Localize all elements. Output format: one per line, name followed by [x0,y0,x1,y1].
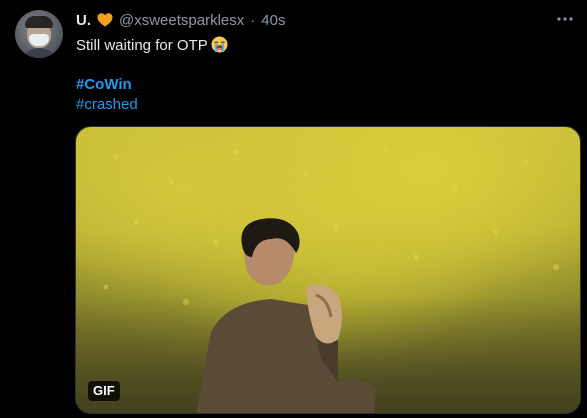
author-handle[interactable]: @xsweetsparklesx [119,12,244,29]
hashtag-cowin[interactable]: #CoWin [76,75,132,95]
author-name[interactable]: U. [76,12,91,29]
avatar-hair [25,16,53,28]
gif-media[interactable]: GIF [75,126,581,414]
loudly-crying-face-icon [211,36,228,53]
tweet-text-content: Still waiting for OTP [76,37,208,54]
gif-badge: GIF [88,381,120,401]
avatar-mask [29,34,49,46]
separator-dot: · [250,11,256,29]
timestamp[interactable]: 40s [261,12,285,29]
tweet-header: U. @xsweetsparklesx · 40s [76,10,285,30]
orange-heart-icon [97,12,113,28]
hashtag-crashed[interactable]: #crashed [76,95,138,115]
more-options-icon[interactable] [553,8,577,30]
avatar[interactable] [15,10,63,58]
tweet-text: Still waiting for OTP [76,36,228,56]
avatar-shirt [19,48,59,58]
tweet[interactable]: U. @xsweetsparklesx · 40s Still waiting … [0,0,587,418]
gif-frame-illustration [76,127,580,413]
